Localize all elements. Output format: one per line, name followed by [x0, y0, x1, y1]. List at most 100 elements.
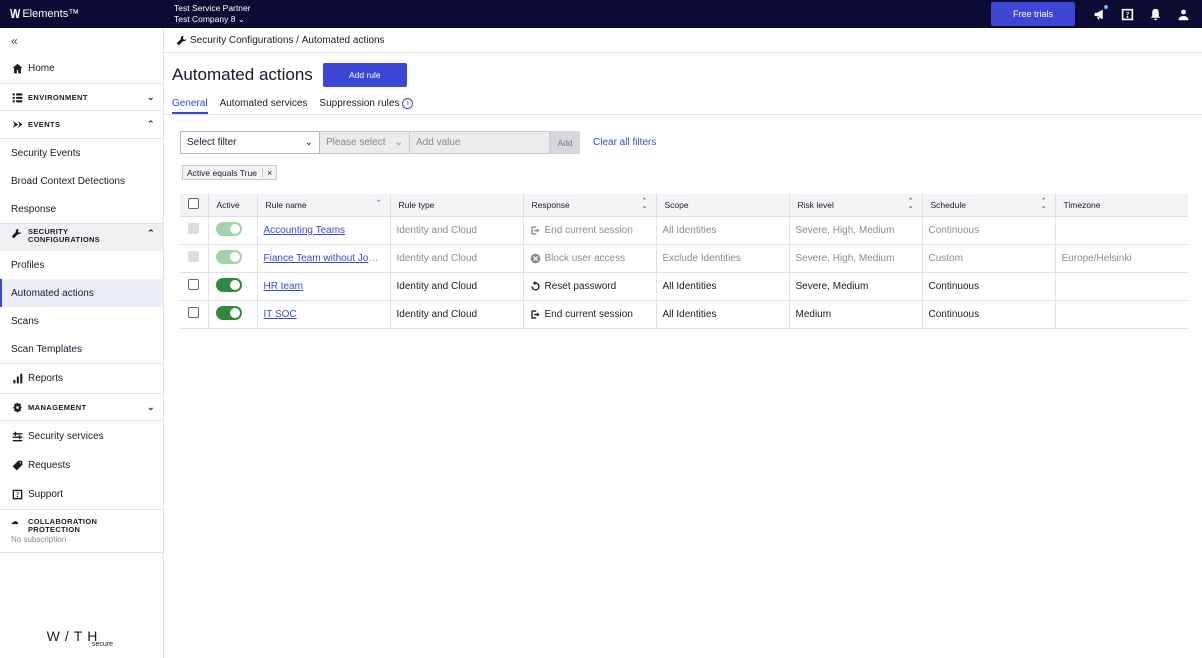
sidebar-section-label: EVENTS [28, 120, 61, 129]
rule-name-cell: HR team [257, 272, 391, 301]
select-all-checkbox[interactable] [188, 198, 199, 210]
risk-level-cell: Medium [789, 300, 923, 329]
active-toggle[interactable] [215, 277, 242, 292]
sidebar-item-label: Security services [28, 430, 104, 442]
filter-value-input[interactable]: Add value [410, 131, 550, 154]
rule-type-cell: Identity and Cloud [390, 244, 524, 273]
sidebar-item-home[interactable]: Home [0, 54, 163, 83]
column-header-timezone[interactable]: Timezone [1055, 194, 1188, 217]
info-icon[interactable]: i [402, 98, 414, 109]
column-header-schedule[interactable]: Schedule ⌃ ⌄ [922, 194, 1056, 217]
schedule-cell: Continuous [922, 216, 1056, 245]
free-trials-button[interactable]: Free trials [991, 2, 1075, 26]
sidebar-item-scans[interactable]: Scans [0, 307, 163, 335]
chevron-down-icon: ⌄ [394, 137, 403, 148]
rule-name-link[interactable]: Accounting Teams [264, 225, 346, 236]
tab-label: Automated services [219, 98, 308, 109]
tab-automated-services[interactable]: Automated services [220, 98, 308, 114]
row-select-cell [180, 272, 209, 301]
sidebar-section-label: ENVIRONMENT [28, 92, 88, 102]
tenant-switcher[interactable]: Test Service Partner Test Company 8 ⌄ [174, 3, 251, 25]
sidebar-item-support[interactable]: Support [0, 480, 163, 509]
active-toggle [215, 221, 242, 236]
column-header-label: Response [531, 199, 570, 210]
logo-mark: \/\/ [10, 7, 20, 21]
rule-type-cell: Identity and Cloud [390, 300, 524, 329]
chevron-down-icon: ⌄ [147, 91, 155, 102]
home-icon [11, 63, 23, 75]
gear-icon [11, 401, 23, 413]
breadcrumb-parent[interactable]: Security Configurations [190, 35, 293, 46]
table-row[interactable]: Fiance Team without Johnny Identity and … [180, 244, 1188, 273]
column-header-active[interactable]: Active [208, 194, 258, 217]
add-filter-button[interactable]: Add [550, 131, 580, 154]
filter-chip: Active equals True × [182, 165, 278, 180]
sidebar-item-profiles[interactable]: Profiles [0, 251, 163, 279]
response-cell: End current session [523, 300, 657, 329]
close-icon[interactable]: × [261, 167, 272, 178]
sidebar-item-scan-templates[interactable]: Scan Templates [0, 335, 163, 363]
row-checkbox[interactable] [188, 279, 199, 290]
tag-icon [11, 460, 23, 472]
column-header-rule-name[interactable]: Rule name ⌃ [257, 194, 391, 217]
column-header-scope[interactable]: Scope [656, 194, 790, 217]
column-header-label: Rule name [265, 199, 307, 210]
column-header-risk-level[interactable]: Risk level ⌃ ⌄ [789, 194, 923, 217]
rule-name-link[interactable]: Fiance Team without Johnny [264, 253, 390, 264]
sort-icon[interactable]: ⌃ ⌄ [1041, 198, 1047, 210]
logo-text: Elements™ [22, 8, 80, 20]
app-logo[interactable]: \/\/ Elements™ [10, 7, 170, 21]
select-filter-dropdown[interactable]: Select filter ⌄ [180, 131, 320, 154]
active-toggle [215, 249, 242, 264]
sidebar-item-broad-context-detections[interactable]: Broad Context Detections [0, 167, 163, 195]
megaphone-icon[interactable] [1092, 5, 1108, 21]
rule-name-link[interactable]: HR team [264, 281, 303, 292]
sidebar-item-security-services[interactable]: Security services [0, 421, 163, 451]
bell-icon[interactable] [1148, 7, 1162, 21]
active-cell [208, 300, 258, 329]
sidebar-section-events[interactable]: EVENTS ⌃ [0, 111, 163, 139]
sidebar-item-security-events[interactable]: Security Events [0, 139, 163, 167]
chevron-up-icon: ⌃ [147, 228, 155, 238]
table-row[interactable]: IT SOC Identity and Cloud End current se… [180, 300, 1188, 329]
column-header-rule-type[interactable]: Rule type [390, 194, 524, 217]
column-header-response[interactable]: Response ⌃ ⌄ [523, 194, 657, 217]
sidebar-item-response[interactable]: Response [0, 195, 163, 223]
main-content: Security Configurations / Automated acti… [164, 28, 1202, 658]
collaboration-protection: ☁ COLLABORATION PROTECTION No subscriptio… [0, 509, 163, 553]
add-rule-button[interactable]: Add rule [322, 63, 407, 87]
user-icon[interactable] [1176, 7, 1190, 21]
sort-icon[interactable]: ⌃ ⌄ [642, 198, 648, 210]
sidebar-section-security-configurations[interactable]: SECURITY CONFIGURATIONS ⌃ [0, 223, 163, 251]
sidebar-item-automated-actions[interactable]: Automated actions [0, 279, 163, 307]
timezone-cell [1055, 300, 1188, 329]
sidebar-section-management[interactable]: MANAGEMENT ⌄ [0, 393, 163, 421]
row-checkbox[interactable] [188, 307, 199, 318]
operator-dropdown[interactable]: Please select ⌄ [320, 131, 410, 154]
row-checkbox [188, 251, 199, 262]
sort-ascending-icon[interactable]: ⌃ [376, 200, 382, 207]
table-row[interactable]: HR team Identity and Cloud Reset passwor… [180, 272, 1188, 301]
rule-name-link[interactable]: IT SOC [264, 309, 297, 320]
schedule-cell: Continuous [922, 300, 1056, 329]
tab-suppression-rules[interactable]: Suppression rules i [319, 98, 414, 114]
sidebar-item-requests[interactable]: Requests [0, 451, 163, 480]
collab-label-line2: PROTECTION [28, 525, 81, 534]
response-label: Block user access [544, 252, 626, 264]
rules-table: Active Rule name ⌃ Rule type Response ⌃ ⌄ S… [180, 194, 1188, 329]
collapse-sidebar-icon[interactable]: « [0, 28, 163, 54]
active-toggle[interactable] [215, 305, 242, 320]
tab-general[interactable]: General [172, 98, 208, 114]
rule-name-cell: IT SOC [257, 300, 391, 329]
table-row[interactable]: Accounting Teams Identity and Cloud End … [180, 216, 1188, 245]
scope-cell: All Identities [656, 216, 790, 245]
clear-all-filters-link[interactable]: Clear all filters [593, 137, 656, 148]
help-icon[interactable] [1120, 7, 1134, 21]
chevron-up-icon: ⌃ [147, 119, 155, 129]
sidebar-section-environment[interactable]: ENVIRONMENT ⌄ [0, 83, 163, 111]
sidebar-item-reports[interactable]: Reports [0, 363, 163, 393]
row-select-cell [180, 244, 209, 273]
breadcrumb-separator: / [296, 34, 299, 46]
sort-icon[interactable]: ⌃ ⌄ [908, 198, 914, 210]
active-cell [208, 272, 258, 301]
